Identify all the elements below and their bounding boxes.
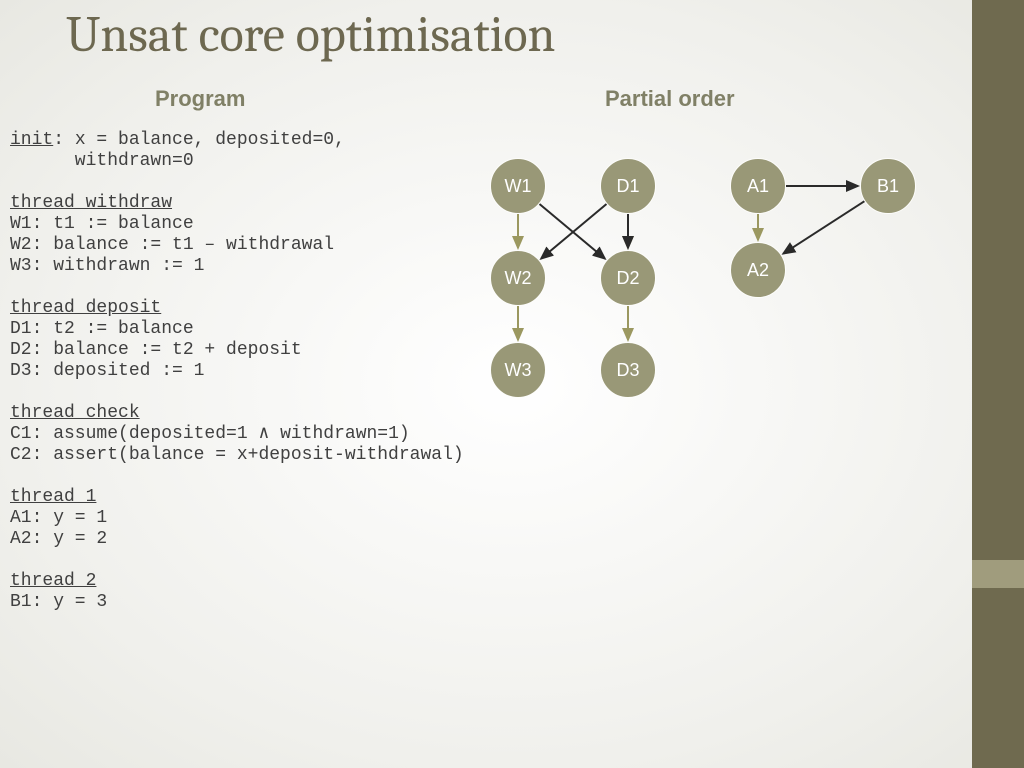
- partial-order-graph: W1 D1 A1 B1 W2 D2 A2 W3 D3: [460, 140, 960, 440]
- graph-node-w1: W1: [490, 158, 546, 214]
- thread-withdraw-label: thread_withdraw: [10, 193, 172, 213]
- graph-node-w2: W2: [490, 250, 546, 306]
- thread-2-body: B1: y = 3: [10, 592, 107, 612]
- graph-node-w3: W3: [490, 342, 546, 398]
- thread-1-label: thread_1: [10, 487, 96, 507]
- thread-deposit-label: thread_deposit: [10, 298, 161, 318]
- thread-withdraw-body: W1: t1 := balance W2: balance := t1 – wi…: [10, 214, 334, 276]
- graph-node-d2: D2: [600, 250, 656, 306]
- init-body: : x = balance, deposited=0, withdrawn=0: [10, 130, 345, 171]
- graph-edge: [783, 201, 864, 254]
- sidebar-accent: [972, 560, 1024, 588]
- thread-check-label: thread_check: [10, 403, 140, 423]
- init-label: init: [10, 130, 53, 150]
- slide-title: Unsat core optimisation: [66, 6, 555, 64]
- program-heading: Program: [155, 86, 245, 112]
- partial-order-heading: Partial order: [605, 86, 735, 112]
- graph-node-d1: D1: [600, 158, 656, 214]
- thread-deposit-body: D1: t2 := balance D2: balance := t2 + de…: [10, 319, 302, 381]
- graph-node-a2: A2: [730, 242, 786, 298]
- graph-node-a1: A1: [730, 158, 786, 214]
- thread-check-body: C1: assume(deposited=1 ∧ withdrawn=1) C2…: [10, 424, 464, 465]
- thread-2-label: thread_2: [10, 571, 96, 591]
- program-code: init: x = balance, deposited=0, withdraw…: [10, 130, 464, 613]
- graph-node-d3: D3: [600, 342, 656, 398]
- sidebar-band: [972, 0, 1024, 768]
- thread-1-body: A1: y = 1 A2: y = 2: [10, 508, 107, 549]
- graph-node-b1: B1: [860, 158, 916, 214]
